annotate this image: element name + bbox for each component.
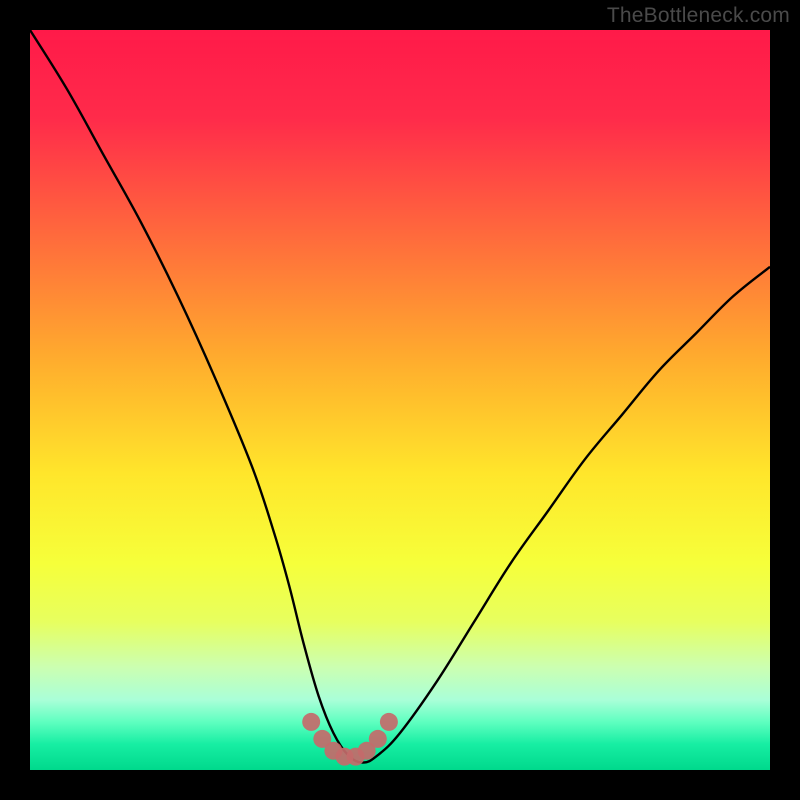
watermark-label: TheBottleneck.com <box>607 4 790 28</box>
chart-svg <box>30 30 770 770</box>
marker-dot <box>302 713 320 731</box>
plot-area <box>30 30 770 770</box>
gradient-background <box>30 30 770 770</box>
chart-frame: TheBottleneck.com <box>0 0 800 800</box>
marker-dot <box>369 730 387 748</box>
marker-dot <box>380 713 398 731</box>
